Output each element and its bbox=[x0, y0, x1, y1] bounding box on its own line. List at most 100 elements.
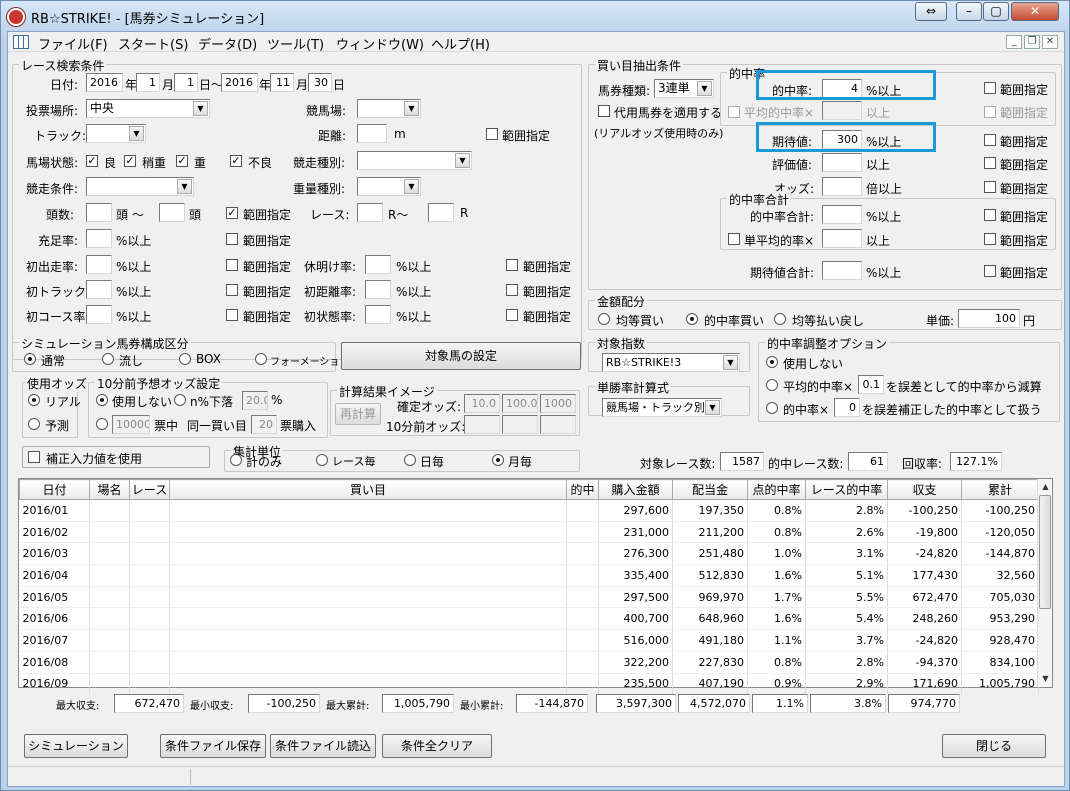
minimize-button[interactable]: – bbox=[956, 2, 982, 21]
header-col-race-rate[interactable]: レース的中率 bbox=[805, 479, 888, 500]
adjust-avg-input[interactable]: 0.1 bbox=[858, 375, 884, 394]
heads-max-input[interactable] bbox=[159, 203, 185, 222]
menu-window[interactable]: ウィンドウ(W) bbox=[336, 34, 424, 53]
table-row[interactable]: 2016/09 235,500 407,190 0.9% 2.9% 171,690 1,00… bbox=[19, 673, 1039, 696]
odds-range-checkbox[interactable] bbox=[984, 181, 996, 193]
hit-rate-range-checkbox[interactable] bbox=[984, 82, 996, 94]
scroll-up-icon[interactable]: ▲ bbox=[1039, 479, 1052, 494]
menu-start[interactable]: スタート(S) bbox=[118, 34, 188, 53]
pre10-times-input[interactable]: 10000 bbox=[112, 415, 150, 434]
distance-range-checkbox[interactable] bbox=[486, 128, 498, 140]
header-col-profit[interactable]: 収支 bbox=[887, 479, 962, 500]
sim-flow-radio[interactable] bbox=[102, 353, 114, 365]
adjust-hit-input[interactable]: 0 bbox=[834, 398, 860, 417]
heads-min-input[interactable] bbox=[86, 203, 112, 222]
table-row[interactable]: 2016/07 516,000 491,180 1.1% 3.7% -24,820 928,… bbox=[19, 629, 1039, 652]
condition-slightly-heavy-checkbox[interactable]: ✓ bbox=[124, 155, 136, 167]
pre10-unused-radio[interactable] bbox=[96, 394, 108, 406]
adjust-unused-radio[interactable] bbox=[766, 356, 778, 368]
agg-month-radio[interactable] bbox=[492, 454, 504, 466]
first-dist-range-checkbox[interactable] bbox=[506, 284, 518, 296]
menu-file[interactable]: ファイル(F) bbox=[38, 34, 108, 53]
hit-sum-input[interactable] bbox=[822, 205, 862, 224]
condition-bad-checkbox[interactable]: ✓ bbox=[230, 155, 242, 167]
distance-input[interactable] bbox=[357, 124, 387, 143]
course-select[interactable]: ▼ bbox=[86, 124, 146, 143]
eval-input[interactable] bbox=[822, 153, 862, 172]
expect-sum-range-checkbox[interactable] bbox=[984, 265, 996, 277]
sim-formation-radio[interactable] bbox=[255, 353, 267, 365]
grid-scrollbar[interactable]: ▲ ▼ bbox=[1037, 479, 1052, 687]
table-row[interactable]: 2016/08 322,200 227,830 0.8% 2.8% -94,370 834,… bbox=[19, 651, 1039, 674]
pre10-same-radio[interactable] bbox=[96, 418, 108, 430]
header-col-hit[interactable]: 的中 bbox=[566, 479, 599, 500]
maximize-button[interactable]: ▢ bbox=[983, 2, 1009, 21]
restore-icon[interactable]: ⇔ bbox=[915, 2, 947, 21]
first-dist-input[interactable] bbox=[365, 280, 391, 299]
first-run-input[interactable] bbox=[86, 255, 112, 274]
target-index-select[interactable]: RB☆STRIKE!3 ▼ bbox=[602, 353, 740, 372]
table-row[interactable]: 2016/06 400,700 648,960 1.6% 5.4% 248,260 953,… bbox=[19, 607, 1039, 631]
rest-input[interactable] bbox=[365, 255, 391, 274]
first-state-input[interactable] bbox=[365, 305, 391, 324]
rest-range-checkbox[interactable] bbox=[506, 259, 518, 271]
header-col-point-rate[interactable]: 点的中率 bbox=[747, 479, 806, 500]
pre10-n-input[interactable]: 20.0 bbox=[242, 391, 268, 410]
header-col-bet[interactable]: 買い目 bbox=[169, 479, 567, 500]
simulate-button[interactable]: シミュレーション bbox=[24, 734, 128, 758]
adjust-hit-radio[interactable] bbox=[766, 402, 778, 414]
clear-conditions-button[interactable]: 条件全クリア bbox=[382, 734, 492, 758]
condition-good-checkbox[interactable]: ✓ bbox=[86, 155, 98, 167]
from-month-input[interactable]: 1 bbox=[136, 73, 160, 92]
first-state-range-checkbox[interactable] bbox=[506, 309, 518, 321]
from-year-input[interactable]: 2016 bbox=[86, 73, 123, 92]
bet-type-select[interactable]: 3連単 ▼ bbox=[654, 79, 714, 98]
agg-race-radio[interactable] bbox=[316, 454, 328, 466]
eval-range-checkbox[interactable] bbox=[984, 157, 996, 169]
save-conditions-button[interactable]: 条件ファイル保存 bbox=[160, 734, 266, 758]
money-hit-radio[interactable] bbox=[686, 313, 698, 325]
fill-range-checkbox[interactable] bbox=[226, 233, 238, 245]
agg-day-radio[interactable] bbox=[404, 454, 416, 466]
first-course-input[interactable] bbox=[86, 305, 112, 324]
track-select[interactable]: ▼ bbox=[357, 99, 421, 118]
substitute-checkbox[interactable] bbox=[598, 105, 610, 117]
avg-hit-range-checkbox[interactable] bbox=[984, 106, 996, 118]
race-min-input[interactable] bbox=[357, 203, 383, 222]
odds-predict-radio[interactable] bbox=[28, 418, 40, 430]
table-row[interactable]: 2016/03 276,300 251,480 1.0% 3.1% -24,820 -144… bbox=[19, 542, 1039, 566]
single-avg-input[interactable] bbox=[822, 229, 862, 248]
target-horse-button[interactable]: 対象馬の設定 bbox=[341, 342, 581, 370]
win-formula-select[interactable]: 競馬場・トラック別 ▼ bbox=[602, 398, 722, 417]
single-avg-checkbox[interactable] bbox=[728, 233, 740, 245]
to-year-input[interactable]: 2016 bbox=[221, 73, 258, 92]
first-track-range-checkbox[interactable] bbox=[226, 284, 238, 296]
hit-sum-range-checkbox[interactable] bbox=[984, 209, 996, 221]
to-day-input[interactable]: 30 bbox=[308, 73, 332, 92]
mdi-restore-button[interactable]: ❐ bbox=[1024, 35, 1040, 49]
first-run-range-checkbox[interactable] bbox=[226, 259, 238, 271]
condition-heavy-checkbox[interactable]: ✓ bbox=[176, 155, 188, 167]
expect-sum-input[interactable] bbox=[822, 261, 862, 280]
table-row[interactable]: 2016/02 231,000 211,200 0.8% 2.6% -19,800 -120… bbox=[19, 521, 1039, 544]
recalc-button[interactable]: 再計算 bbox=[335, 403, 381, 425]
results-grid[interactable]: 日付 場名 レース 買い目 的中 購入金額 配当金 点的中率 レース的中率 収支 累計 2016/0… bbox=[18, 478, 1053, 696]
table-row[interactable]: 2016/05 297,500 969,970 1.7% 5.5% 672,470 705,… bbox=[19, 586, 1039, 609]
table-row[interactable]: 2016/04 335,400 512,830 1.6% 5.1% 177,430 32,5… bbox=[19, 564, 1039, 587]
weight-select[interactable]: ▼ bbox=[357, 177, 421, 196]
avg-hit-input[interactable] bbox=[822, 101, 862, 120]
header-col-date[interactable]: 日付 bbox=[19, 479, 90, 500]
scroll-thumb[interactable] bbox=[1039, 495, 1051, 609]
header-col-payout[interactable]: 配当金 bbox=[672, 479, 748, 500]
table-row[interactable]: 2016/01 297,600 197,350 0.8% 2.8% -100,250 -10… bbox=[19, 499, 1039, 522]
menu-help[interactable]: ヘルプ(H) bbox=[431, 34, 490, 53]
menu-data[interactable]: データ(D) bbox=[198, 34, 257, 53]
odds-real-radio[interactable] bbox=[28, 394, 40, 406]
header-col-buy[interactable]: 購入金額 bbox=[598, 479, 673, 500]
race-type-select[interactable]: ▼ bbox=[357, 151, 472, 170]
pre10-n-radio[interactable] bbox=[174, 394, 186, 406]
correction-checkbox[interactable] bbox=[28, 451, 40, 463]
close-window-button[interactable]: ✕ bbox=[1011, 2, 1059, 21]
venue-select[interactable]: 中央 ▼ bbox=[86, 99, 210, 118]
header-col-race[interactable]: レース bbox=[129, 479, 170, 500]
